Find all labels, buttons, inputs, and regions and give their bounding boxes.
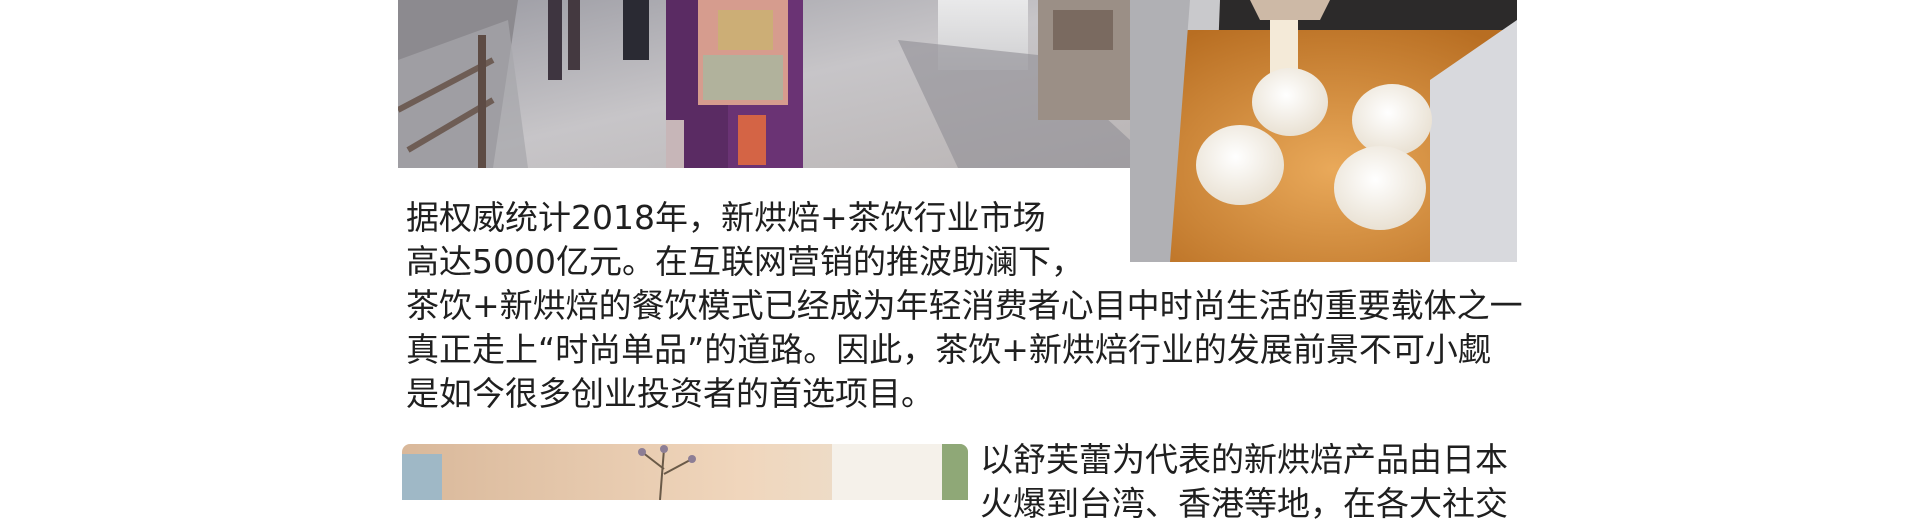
paragraph-1-line-3: 茶饮+新烘焙的餐饮模式已经成为年轻消费者心目中时尚生活的重要载体之一 [406,286,1523,325]
paragraph-2-line-1: 以舒芙蕾为代表的新烘焙产品由日本 [980,440,1508,479]
street-photo [398,0,1130,168]
bakery-photo [1130,0,1517,262]
paragraph-1-line-5: 是如今很多创业投资者的首选项目。 [406,374,934,413]
flower-photo [402,444,968,500]
paragraph-1-line-1: 据权威统计2018年，新烘焙+茶饮行业市场 [406,198,1046,237]
paragraph-2-line-2: 火爆到台湾、香港等地，在各大社交 [980,484,1508,523]
paragraph-1-line-4: 真正走上“时尚单品”的道路。因此，茶饮+新烘焙行业的发展前景不可小觑 [406,330,1491,369]
paragraph-1-line-2: 高达5000亿元。在互联网营销的推波助澜下， [406,242,1084,281]
